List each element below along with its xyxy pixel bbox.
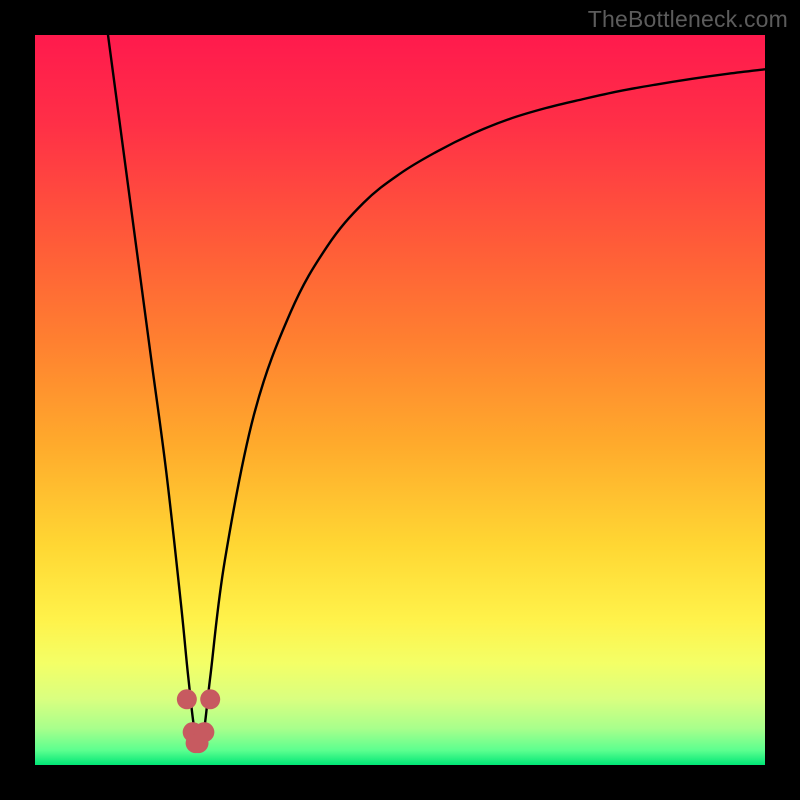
chart-frame: TheBottleneck.com	[0, 0, 800, 800]
marker-cluster	[177, 689, 220, 753]
bottleneck-curve	[108, 35, 765, 744]
marker-point	[194, 722, 214, 742]
curve-layer	[35, 35, 765, 765]
marker-point	[177, 689, 197, 709]
plot-area	[35, 35, 765, 765]
marker-point	[200, 689, 220, 709]
watermark-text: TheBottleneck.com	[588, 6, 788, 33]
